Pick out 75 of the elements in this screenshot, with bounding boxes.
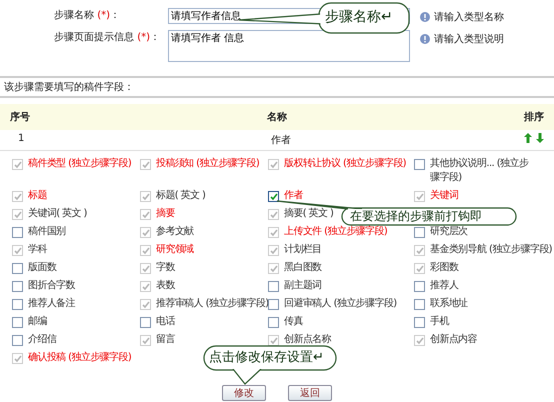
down-arrow-icon[interactable] [536, 133, 544, 143]
textarea-field[interactable]: 请填写作者 信息 [168, 30, 410, 62]
back-button[interactable]: 返回 [288, 385, 332, 401]
field-option-label: 其他协议说明... (独立步骤字段) [430, 157, 530, 185]
field-option-label: 稿件国别 [28, 225, 66, 239]
field-label: 步骤名称 (*)： [54, 8, 121, 23]
field-option-label: 创新点名称 [284, 333, 332, 347]
hint-text: 请输入类型名称 [434, 10, 504, 24]
checkbox[interactable] [268, 317, 279, 328]
field-option-label: 图折合字数 [28, 279, 76, 293]
field-option-label: 手机 [430, 315, 449, 329]
field-option-label: 标题 [28, 189, 47, 203]
field-option-label: 版面数 [28, 261, 56, 275]
table-cell-text: 作者 [270, 134, 291, 147]
checkbox[interactable] [414, 227, 425, 238]
checkbox[interactable] [12, 281, 23, 292]
field-option-label: 研究领域 [156, 243, 194, 257]
field-option-label: 推荐人备注 [28, 297, 76, 311]
field-option-label: 计划栏目 [284, 243, 322, 257]
field-option-label: 确认投稿 (独立步骤字段) [28, 351, 132, 365]
checkbox[interactable] [414, 299, 425, 310]
column-header: 序号 [10, 110, 30, 124]
checkbox[interactable] [140, 317, 151, 328]
field-option-label: 联系地址 [430, 297, 468, 311]
field-option-label: 副主题词 [284, 279, 322, 293]
info-icon [420, 34, 430, 44]
checkbox[interactable] [414, 281, 425, 292]
field-option-label: 推荐人 [430, 279, 458, 293]
checkbox[interactable] [268, 281, 279, 292]
field-option-label: 回避审稿人 (独立步骤字段) [284, 297, 397, 311]
callout-text: 在要选择的步骤前打钩即 [350, 209, 482, 224]
field-option-label: 表数 [156, 279, 175, 293]
checkbox[interactable] [268, 191, 279, 202]
checkbox[interactable] [12, 299, 23, 310]
field-option-label: 彩图数 [430, 261, 458, 275]
edit-button[interactable]: 修改 [222, 385, 266, 401]
field-option-label: 摘要 [156, 207, 175, 221]
field-option-label: 研究层次 [430, 225, 468, 239]
field-option-label: 邮编 [28, 315, 47, 329]
field-option-label: 关键词 [430, 189, 458, 203]
checkbox[interactable] [268, 299, 279, 310]
checkbox[interactable] [414, 317, 425, 328]
hint-text: 请输入类型说明 [434, 32, 504, 46]
field-option-label: 电话 [156, 315, 175, 329]
section-title: 该步骤需要填写的稿件字段： [0, 76, 554, 98]
field-option-label: 留言 [156, 333, 175, 347]
column-header: 排序 [524, 110, 544, 124]
checkbox[interactable] [12, 317, 23, 328]
checkbox[interactable] [12, 227, 23, 238]
checkbox[interactable] [414, 159, 425, 170]
info-icon [420, 12, 430, 22]
field-option-label: 参考文献 [156, 225, 194, 239]
table-cell-text: 1 [18, 133, 24, 146]
field-option-label: 黑白图数 [284, 261, 322, 275]
callout-text: 步骤名称↵ [325, 9, 393, 26]
column-header: 名称 [267, 110, 287, 124]
field-option-label: 介绍信 [28, 333, 56, 347]
checkbox[interactable] [12, 335, 23, 346]
callout-text: 点击修改保存设置↵ [209, 350, 324, 365]
field-option-label: 上传文件 (独立步骤字段) [284, 225, 388, 239]
field-option-label: 传真 [284, 315, 303, 329]
field-option-label: 基金类别导航 (独立步骤字段) [430, 243, 552, 257]
field-label: 步骤页面提示信息 (*)： [54, 30, 158, 45]
field-option-label: 稿件类型 (独立步骤字段) [28, 157, 132, 171]
field-option-label: 字数 [156, 261, 175, 275]
field-option-label: 学科 [28, 243, 47, 257]
field-option-label: 版权转让协议 (独立步骤字段) [284, 157, 406, 171]
field-option-label: 摘要( 英文 ) [284, 207, 334, 221]
field-option-label: 创新点内容 [430, 333, 478, 347]
checkbox[interactable] [12, 263, 23, 274]
field-option-label: 作者 [284, 189, 303, 203]
field-option-label: 投稿须知 (独立步骤字段) [156, 157, 260, 171]
up-arrow-icon[interactable] [524, 133, 532, 143]
field-option-label: 关键词( 英文 ) [28, 207, 87, 221]
field-option-label: 标题( 英文 ) [156, 189, 206, 203]
